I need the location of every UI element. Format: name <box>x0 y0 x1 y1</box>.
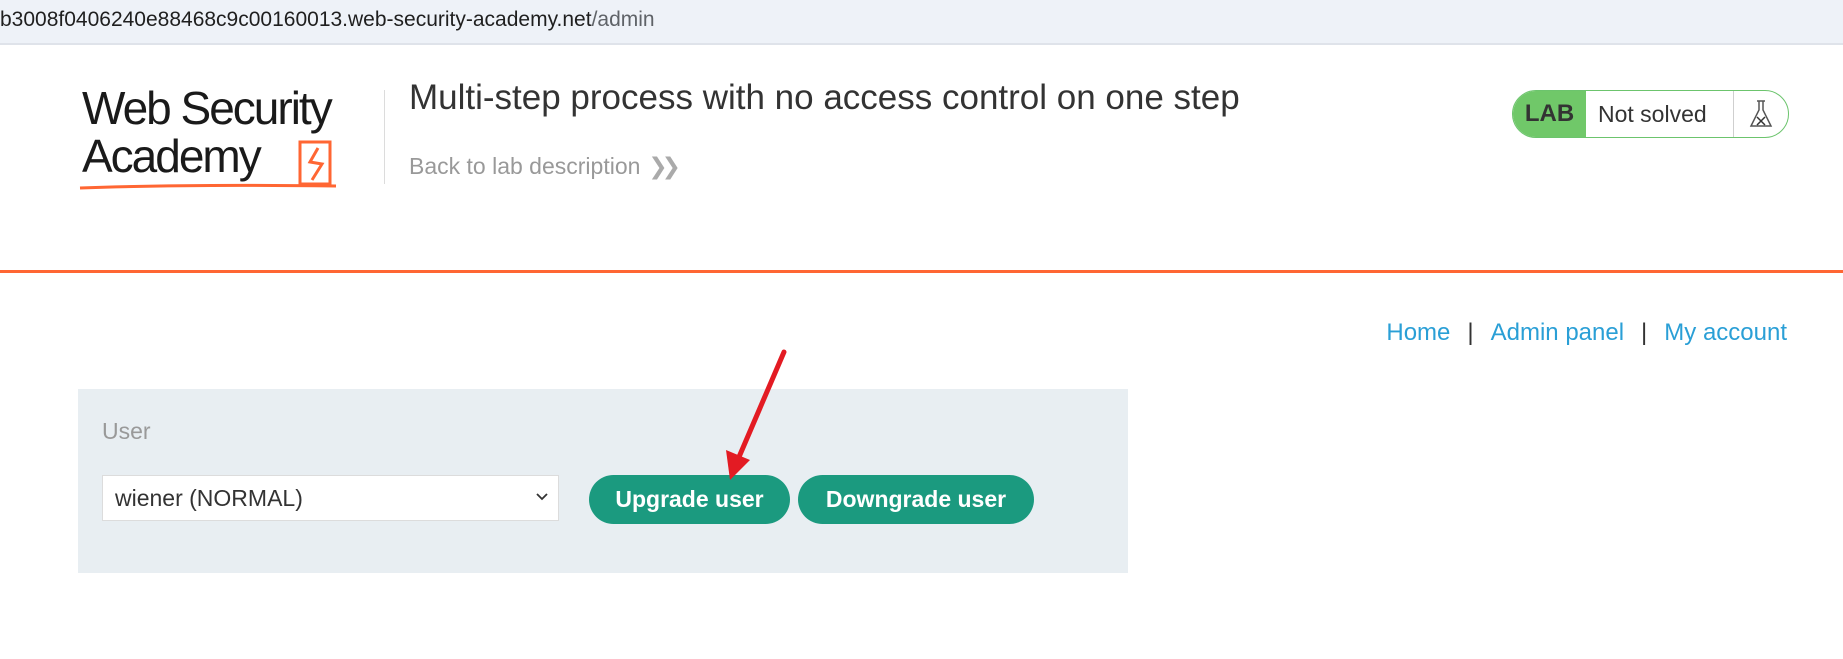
top-navigation: Home | Admin panel | My account <box>1386 319 1787 347</box>
user-select[interactable]: wiener (NORMAL) <box>102 475 559 521</box>
back-to-lab-description-link[interactable]: Back to lab description ❯❯ <box>409 153 681 180</box>
logo-divider <box>384 90 385 184</box>
double-chevron-right-icon: ❯❯ <box>648 153 680 179</box>
nav-separator: | <box>1641 319 1648 346</box>
selected-user: wiener (NORMAL) <box>115 484 303 511</box>
nav-my-account-link[interactable]: My account <box>1664 319 1787 347</box>
lab-title: Multi-step process with no access contro… <box>409 78 1240 117</box>
lab-badge: LAB <box>1513 91 1586 137</box>
lab-status-widget: LAB Not solved <box>1512 90 1789 138</box>
url-text[interactable]: b3008f0406240e88468c9c00160013.web-secur… <box>0 8 655 32</box>
nav-admin-panel-link[interactable]: Admin panel <box>1491 319 1624 347</box>
downgrade-user-button[interactable]: Downgrade user <box>798 475 1034 524</box>
nav-separator: | <box>1467 319 1474 346</box>
user-label: User <box>102 418 151 444</box>
lab-status-text: Not solved <box>1586 91 1734 137</box>
chevron-down-icon <box>536 493 548 501</box>
browser-address-bar[interactable]: b3008f0406240e88468c9c00160013.web-secur… <box>0 0 1843 45</box>
logo-line1: Web Security <box>82 86 333 134</box>
nav-home-link[interactable]: Home <box>1386 319 1450 347</box>
admin-user-form: User wiener (NORMAL) Upgrade user Downgr… <box>78 389 1128 573</box>
web-security-academy-logo[interactable]: Web Security Academy <box>78 86 378 198</box>
arrow-annotation <box>726 349 787 480</box>
header-divider <box>0 270 1843 273</box>
logo-line2: Academy <box>82 130 262 182</box>
flask-icon <box>1734 91 1788 137</box>
